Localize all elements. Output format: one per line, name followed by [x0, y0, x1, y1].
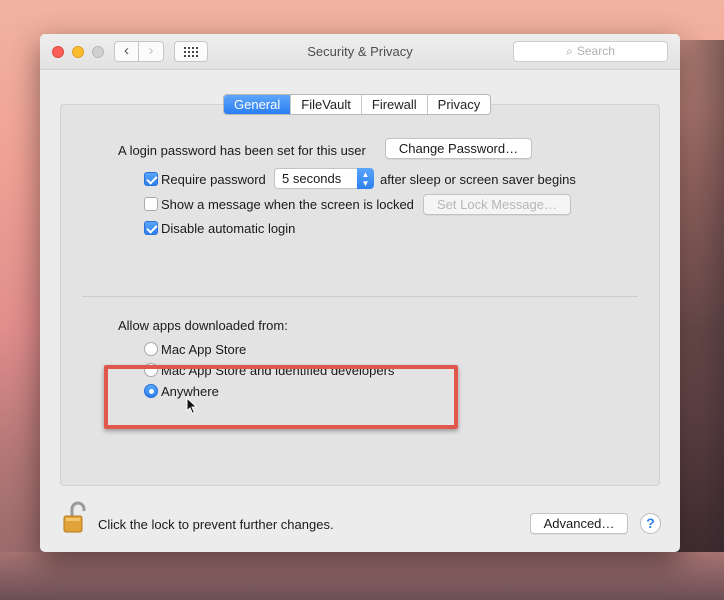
section-divider: [82, 296, 638, 297]
require-password-suffix: after sleep or screen saver begins: [380, 172, 576, 187]
require-password-checkbox[interactable]: [144, 172, 158, 186]
tab-firewall[interactable]: Firewall: [360, 95, 427, 114]
tab-general[interactable]: General: [224, 95, 291, 114]
change-password-button[interactable]: Change Password…: [385, 138, 532, 159]
login-password-text: A login password has been set for this u…: [118, 143, 366, 158]
background-rock: [680, 40, 724, 600]
require-password-delay-value: 5 seconds: [282, 171, 342, 186]
title-bar: ‹ › Security & Privacy ⌕ Search: [40, 34, 680, 70]
chevron-updown-icon: ▲ ▼: [357, 168, 374, 189]
annotation-highlight-box: [104, 365, 458, 429]
require-password-label: Require password: [161, 172, 266, 187]
allow-apps-heading: Allow apps downloaded from:: [118, 318, 288, 333]
advanced-button[interactable]: Advanced…: [530, 513, 628, 534]
search-field[interactable]: ⌕ Search: [513, 41, 668, 62]
tab-filevault[interactable]: FileVault: [290, 95, 361, 114]
show-message-label: Show a message when the screen is locked: [161, 197, 414, 212]
mouse-pointer-icon: [186, 396, 198, 415]
search-placeholder: Search: [576, 44, 615, 58]
show-message-checkbox[interactable]: [144, 197, 158, 211]
tab-bar: General FileVault Firewall Privacy: [223, 94, 492, 115]
background-ground: [0, 552, 724, 600]
set-lock-message-button[interactable]: Set Lock Message…: [423, 194, 571, 215]
lock-hint-text: Click the lock to prevent further change…: [98, 517, 334, 532]
help-button[interactable]: ?: [640, 513, 661, 534]
search-icon: ⌕: [566, 44, 573, 58]
preferences-window: ‹ › Security & Privacy ⌕ Search General F…: [40, 34, 680, 552]
radio-mac-app-store-label: Mac App Store: [161, 342, 247, 357]
disable-auto-login-checkbox[interactable]: [144, 221, 158, 235]
require-password-delay-select[interactable]: 5 seconds ▲ ▼: [274, 168, 374, 189]
disable-auto-login-label: Disable automatic login: [161, 221, 296, 236]
radio-mac-app-store[interactable]: [144, 342, 158, 356]
padlock-open-icon[interactable]: [60, 500, 92, 536]
tab-privacy[interactable]: Privacy: [426, 95, 491, 114]
